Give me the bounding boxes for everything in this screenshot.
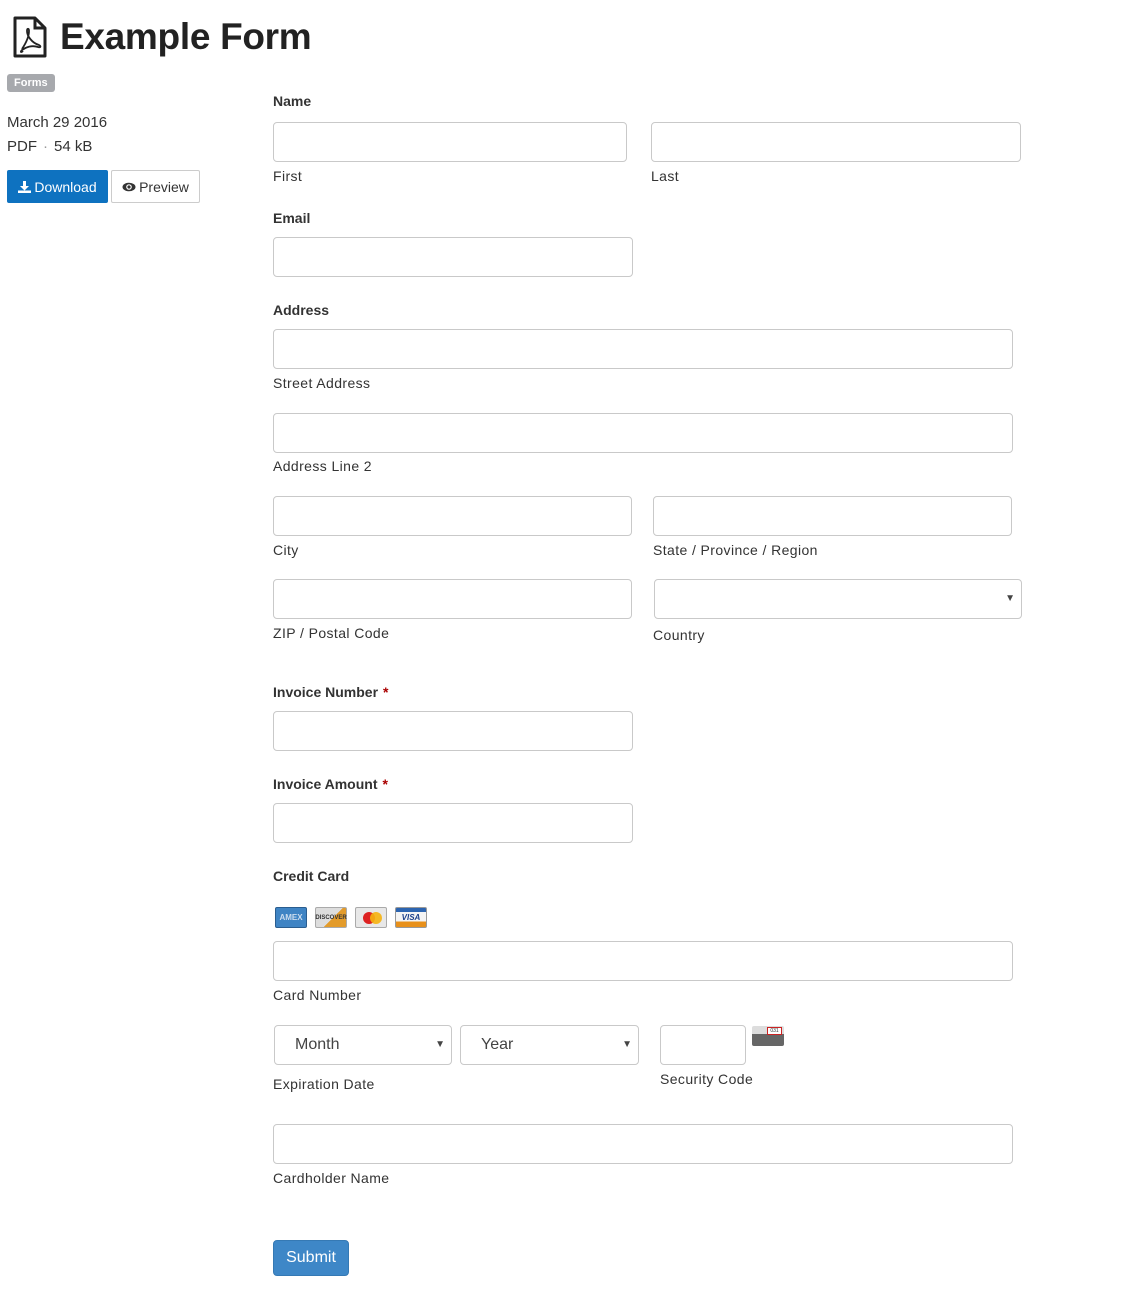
download-button[interactable]: Download [7,170,108,203]
zip-input[interactable] [273,579,632,619]
download-label: Download [34,178,97,195]
last-name-sublabel: Last [651,168,680,184]
file-info: PDF · 54 kB [7,138,92,155]
chevron-down-icon: ▼ [435,1039,445,1050]
security-code-sublabel: Security Code [660,1071,754,1087]
document-date: March 29 2016 [7,114,108,131]
invoice-number-text: Invoice Number [273,684,379,700]
amex-icon: AMEX [275,907,307,928]
chevron-down-icon: ▼ [622,1039,632,1050]
cardholder-name-input[interactable] [273,1124,1013,1164]
invoice-number-input[interactable] [273,711,633,751]
preview-button[interactable]: Preview [111,170,200,203]
email-label: Email [273,210,311,226]
state-input[interactable] [653,496,1012,536]
cardholder-name-sublabel: Cardholder Name [273,1170,390,1186]
expiration-date-sublabel: Expiration Date [273,1076,375,1092]
expiration-month-select[interactable]: Month ▼ [274,1025,452,1065]
file-size: 54 kB [54,138,93,155]
name-label: Name [273,93,312,109]
submit-button[interactable]: Submit [273,1240,349,1276]
city-input[interactable] [273,496,632,536]
pdf-file-icon [13,16,47,58]
required-marker: * [382,776,388,792]
city-sublabel: City [273,542,299,558]
first-name-sublabel: First [273,168,303,184]
separator: · [43,138,48,155]
last-name-input[interactable] [651,122,1021,162]
expiration-year-select[interactable]: Year ▼ [460,1025,639,1065]
address-label: Address [273,302,330,318]
country-select[interactable]: ▼ [654,579,1022,619]
page-header: Example Form [12,16,312,58]
street-address-sublabel: Street Address [273,375,371,391]
street-address-input[interactable] [273,329,1013,369]
invoice-amount-label: Invoice Amount * [273,776,388,792]
address-line-2-input[interactable] [273,413,1013,453]
email-input[interactable] [273,237,633,277]
cvv-sample: 031 [767,1027,782,1035]
card-type-icons: AMEX DISCOVER VISA [275,907,427,928]
required-marker: * [383,684,389,700]
eye-icon [122,182,136,191]
first-name-input[interactable] [273,122,627,162]
download-icon [18,180,32,193]
invoice-amount-text: Invoice Amount [273,776,378,792]
file-type: PDF [7,138,37,155]
country-sublabel: Country [653,627,705,643]
preview-label: Preview [139,178,189,195]
category-tag[interactable]: Forms [7,74,55,92]
year-value: Year [481,1036,514,1053]
cvv-card-icon: 031 [752,1026,784,1046]
card-number-input[interactable] [273,941,1013,981]
address-line-2-sublabel: Address Line 2 [273,458,372,474]
card-number-sublabel: Card Number [273,987,362,1003]
visa-icon: VISA [395,907,427,928]
discover-icon: DISCOVER [315,907,347,928]
credit-card-label: Credit Card [273,868,350,884]
chevron-down-icon: ▼ [1005,593,1015,604]
page-title: Example Form [60,16,312,57]
mastercard-icon [355,907,387,928]
state-sublabel: State / Province / Region [653,542,818,558]
zip-sublabel: ZIP / Postal Code [273,625,390,641]
invoice-number-label: Invoice Number * [273,684,388,700]
invoice-amount-input[interactable] [273,803,633,843]
month-value: Month [295,1036,340,1053]
security-code-input[interactable] [660,1025,746,1065]
